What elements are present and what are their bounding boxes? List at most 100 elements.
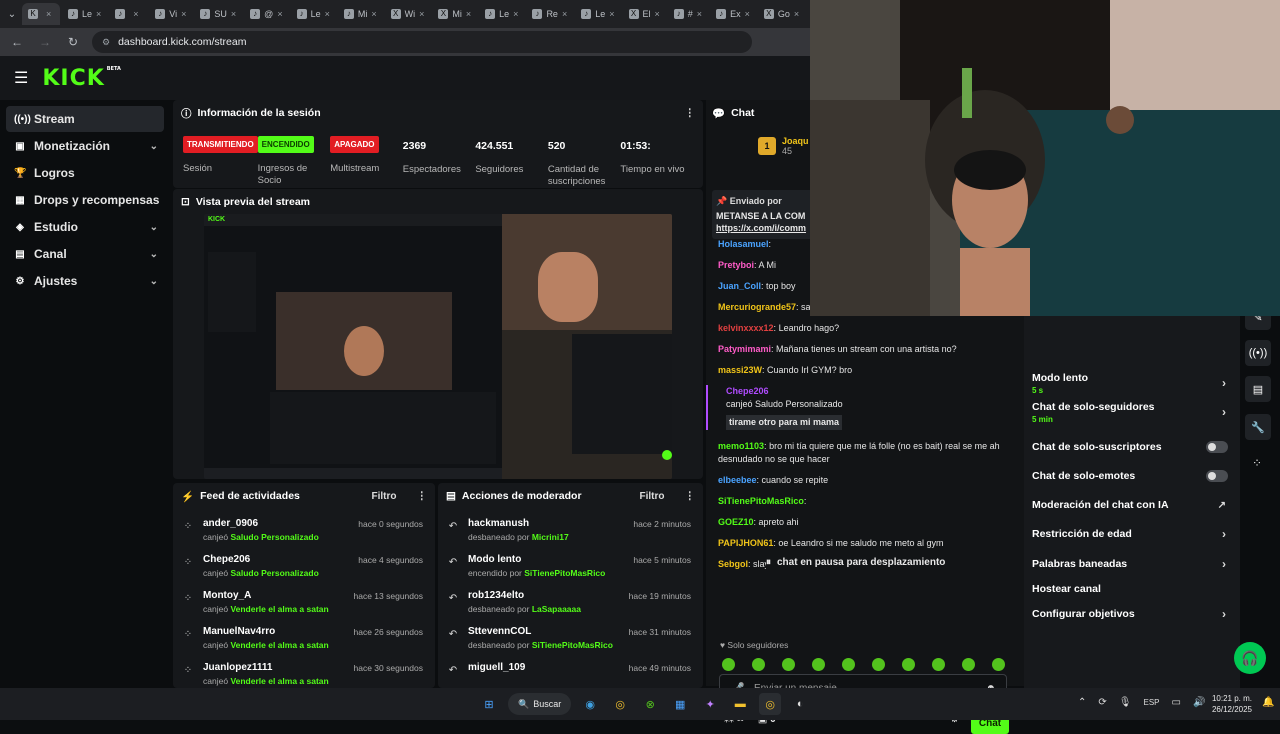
tab-close-icon[interactable]: × (325, 9, 330, 19)
sidebar-item-stream[interactable]: ((•)) Stream (6, 106, 164, 132)
chat-message[interactable]: Patymimami: Mañana tienes un stream con … (718, 343, 1018, 356)
browser-tab[interactable]: ♪Mi× (338, 3, 383, 25)
emote-bar[interactable] (722, 658, 1022, 671)
rail-more-icon[interactable]: ⁘ (1252, 456, 1262, 470)
pinned-message[interactable]: 📌 Enviado por METANSE A LA COM https://x… (712, 190, 822, 239)
browser-tab[interactable]: ♪ SU × (194, 3, 242, 25)
tab-close-icon[interactable]: × (46, 9, 51, 19)
browser-tab[interactable]: X Go × (758, 3, 805, 25)
feed-more-icon[interactable]: ⋮ (417, 490, 428, 502)
sidebar-item-studio[interactable]: ◈ Estudio ⌄ (6, 214, 164, 240)
language-indicator[interactable]: ESP (1143, 698, 1159, 707)
emote-icon[interactable] (992, 658, 1005, 671)
toggle-switch[interactable] (1206, 470, 1228, 482)
browser-tab[interactable]: ♪ × (109, 3, 147, 25)
redeem-message[interactable]: Chepe206 canjeó Saludo Personalizado tiram… (706, 385, 1018, 430)
emote-icon[interactable] (812, 658, 825, 671)
reload-icon[interactable]: ↻ (64, 33, 82, 51)
menu-icon[interactable]: ☰ (14, 68, 28, 88)
mod-action-row[interactable]: ↶ Modo lento encendido por SiTienePitoMasR… (446, 549, 695, 585)
mod-action-row[interactable]: ↶ SttevennCOL desbaneado por SiTienePitoMa… (446, 621, 695, 657)
activity-row[interactable]: ⁘ ManuelNav4rro canjeó Venderle el alma a … (181, 621, 427, 657)
chat-username[interactable]: SiTienePitoMasRico (718, 496, 804, 506)
browser-tab[interactable]: ♪ # × (668, 3, 708, 25)
tab-close-icon[interactable]: × (745, 9, 750, 19)
status-badge[interactable]: ENCENDIDO (257, 136, 314, 153)
explorer-icon[interactable]: ▬ (729, 693, 751, 715)
network-icon[interactable]: ▭ (1172, 697, 1181, 708)
mod-setting-row[interactable]: Configurar objetivos › (1024, 603, 1240, 625)
chat-message[interactable]: PAPIJHON61: oe Leandro si me saludo me m… (718, 537, 1018, 550)
mod-action-row[interactable]: ↶ hackmanush desbaneado por Micrini17 hace … (446, 513, 695, 549)
browser-tab[interactable]: X Wi × (385, 3, 431, 25)
mod-setting-row[interactable]: Chat de solo-suscriptores (1024, 436, 1240, 458)
mod-action-row[interactable]: ↶ rob1234elto desbaneado por LaSapaaaaa hac… (446, 585, 695, 621)
start-icon[interactable]: ⊞ (478, 693, 500, 715)
chat-username[interactable]: Holasamuel (718, 239, 769, 249)
sidebar-item-channel[interactable]: ▤ Canal ⌄ (6, 241, 164, 267)
more-options-icon[interactable]: ⋮ (685, 107, 696, 119)
mod-setting-row[interactable]: Hostear canal (1024, 578, 1240, 600)
browser-tab[interactable]: X El × (623, 3, 666, 25)
obs-icon[interactable]: ◐ (789, 693, 811, 715)
chat-username[interactable]: Juan_Coll (718, 281, 761, 291)
copilot-icon[interactable]: ✦ (699, 693, 721, 715)
mod-setting-row[interactable]: Palabras baneadas › (1024, 553, 1240, 575)
chat-username[interactable]: Mercuriogrande57 (718, 302, 796, 312)
browser-tab[interactable]: ♪ Vi × (149, 3, 192, 25)
tab-close-icon[interactable]: × (133, 9, 138, 19)
browser-tab[interactable]: K × (22, 3, 60, 25)
chat-username[interactable]: Patymimami (718, 344, 771, 354)
chrome-icon[interactable]: ◎ (609, 693, 631, 715)
tab-close-icon[interactable]: × (794, 9, 799, 19)
mod-more-icon[interactable]: ⋮ (685, 490, 696, 502)
tab-list-icon[interactable]: ⌄ (4, 9, 20, 20)
chat-username[interactable]: massi23W (718, 365, 762, 375)
stream-preview-video[interactable]: KICK (204, 214, 672, 479)
mod-setting-row[interactable]: Chat de solo-emotes (1024, 465, 1240, 487)
browser-tab[interactable]: ♪ Re × (526, 3, 573, 25)
chat-username[interactable]: elbeebee (718, 475, 757, 485)
tab-close-icon[interactable]: × (562, 9, 567, 19)
back-icon[interactable]: ← (8, 33, 26, 51)
browser-tab[interactable]: ♪ Le × (479, 3, 524, 25)
notifications-icon[interactable]: 🔔 (1262, 697, 1274, 708)
support-button[interactable]: 🎧 (1234, 642, 1266, 674)
tab-close-icon[interactable]: × (697, 9, 702, 19)
tab-close-icon[interactable]: × (466, 9, 471, 19)
chat-message[interactable]: SiTienePitoMasRico: (718, 495, 1018, 508)
toggle-switch[interactable] (1206, 441, 1228, 453)
browser-tab[interactable]: ♪ Ex × (710, 3, 756, 25)
tab-close-icon[interactable]: × (277, 9, 282, 19)
chrome-active-icon[interactable]: ◎ (759, 693, 782, 715)
chat-message[interactable]: memo1103: bro mi tía quiere que me lá fo… (718, 440, 1018, 466)
feed-filter-button[interactable]: Filtro (372, 491, 397, 502)
browser-tab[interactable]: ♪ @ × (244, 3, 288, 25)
tab-close-icon[interactable]: × (419, 9, 424, 19)
emote-icon[interactable] (932, 658, 945, 671)
status-badge[interactable]: APAGADO (330, 136, 379, 153)
chat-username[interactable]: kelvinxxxx12 (718, 323, 774, 333)
chat-paused-banner[interactable]: ⏸ chat en pausa para desplazamiento (766, 552, 966, 572)
volume-icon[interactable]: 🔊 (1193, 697, 1205, 708)
chat-username[interactable]: Pretyboi (718, 260, 754, 270)
activity-row[interactable]: ⁘ ander_0906 canjeó Saludo Personalizado ha… (181, 513, 427, 549)
tab-close-icon[interactable]: × (609, 9, 614, 19)
tab-close-icon[interactable]: × (96, 9, 101, 19)
kick-logo[interactable]: KICK BETA (42, 66, 121, 91)
xbox-icon[interactable]: ⊗ (639, 693, 661, 715)
chat-username[interactable]: Sebgol (718, 559, 748, 569)
tab-close-icon[interactable]: × (371, 9, 376, 19)
browser-tab[interactable]: ♪ Le × (291, 3, 336, 25)
emote-icon[interactable] (752, 658, 765, 671)
emote-icon[interactable] (782, 658, 795, 671)
emote-icon[interactable] (962, 658, 975, 671)
rail-users-icon[interactable]: ▤ (1245, 376, 1271, 402)
mod-setting-row[interactable]: Restricción de edad › (1024, 523, 1240, 545)
photos-icon[interactable]: ▦ (669, 693, 691, 715)
tray-chevron-icon[interactable]: ⌃ (1078, 697, 1086, 708)
chat-username[interactable]: PAPIJHON61 (718, 538, 773, 548)
forward-icon[interactable]: → (36, 33, 54, 51)
emote-icon[interactable] (902, 658, 915, 671)
activity-row[interactable]: ⁘ Chepe206 canjeó Saludo Personalizado hace… (181, 549, 427, 585)
